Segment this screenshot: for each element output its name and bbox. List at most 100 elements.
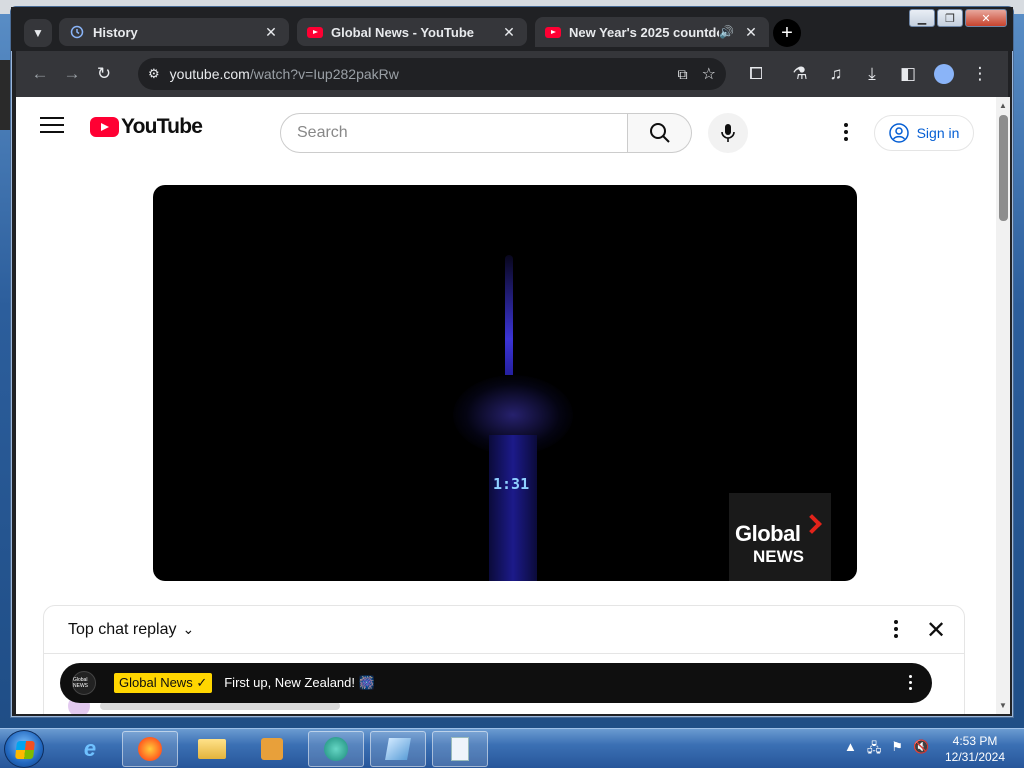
puzzle-icon: ⧠ (749, 64, 763, 83)
more-vert-icon: ⋮ (971, 64, 989, 83)
youtube-icon (545, 24, 561, 40)
account-icon (888, 123, 909, 143)
browser-menu-button[interactable]: ⋮ (964, 58, 996, 90)
history-icon (69, 24, 85, 40)
media-control-button[interactable]: ♫ (820, 58, 852, 90)
desktop-background-edge (0, 60, 10, 130)
browser-window: ▼ History ✕ Global News - YouTube ✕ New … (10, 6, 1014, 718)
tab-global-news[interactable]: Global News - YouTube ✕ (297, 18, 527, 46)
tab-search-button[interactable]: ▼ (24, 19, 52, 47)
toolbar-actions: ⧠ ⚗ ♫ ⤓ ◧ ⋮ (740, 58, 996, 90)
chat-mode-selector[interactable]: Top chat replay (68, 621, 177, 639)
voice-search-button[interactable] (708, 113, 748, 153)
search-placeholder: Search (297, 124, 348, 141)
video-player[interactable]: 1:31 Global NEWS (153, 185, 857, 581)
chat-close-button[interactable]: ✕ (926, 616, 946, 645)
maximize-button[interactable]: ❐ (937, 9, 963, 27)
arrow-right-icon: → (63, 64, 81, 83)
tab-title: New Year's 2025 countdown (569, 24, 719, 40)
bookmark-star-icon[interactable]: ☆ (702, 64, 716, 84)
chevron-down-icon: ▼ (32, 26, 44, 40)
clock-time: 4:53 PM (952, 734, 998, 748)
speaker-icon[interactable]: 🔊 (719, 25, 737, 39)
start-button[interactable] (4, 730, 44, 768)
windows-taskbar: e ▲ 🖧 ⚑ 🔇 4:53 PM 12/31/2024 (0, 728, 1024, 768)
firefox-icon[interactable] (122, 731, 178, 767)
extensions-button[interactable]: ⧠ (740, 58, 772, 90)
youtube-icon (307, 24, 323, 40)
system-tray: ▲ 🖧 ⚑ 🔇 (844, 739, 929, 761)
close-icon[interactable]: ✕ (501, 24, 517, 41)
scroll-up-arrow-icon[interactable]: ▲ (999, 101, 1007, 110)
show-hidden-icons-arrow-icon[interactable]: ▲ (844, 739, 857, 761)
labs-button[interactable]: ⚗ (784, 58, 816, 90)
search-input[interactable]: Search (280, 113, 628, 153)
pinned-more-button[interactable] (909, 675, 912, 690)
internet-explorer-icon[interactable]: e (62, 731, 118, 767)
side-panel-icon: ◧ (899, 64, 917, 83)
window-controls: ▁ ❐ ✕ (909, 9, 1007, 27)
browser-app-icon[interactable] (308, 731, 364, 767)
close-icon[interactable]: ✕ (743, 24, 759, 41)
scroll-thumb[interactable] (999, 115, 1008, 221)
browser-toolbar: ← → ↻ ⚙ youtube.com/watch?v=Iup282pakRw … (16, 51, 1008, 97)
tab-countdown[interactable]: New Year's 2025 countdown 🔊 ✕ (535, 17, 769, 47)
reload-button[interactable]: ↻ (88, 58, 120, 90)
plus-icon: + (781, 21, 793, 44)
tab-title: History (93, 24, 138, 40)
search-icon (649, 123, 670, 143)
notepad-app-icon[interactable] (432, 731, 488, 767)
minimize-button[interactable]: ▁ (909, 9, 935, 27)
media-player-icon[interactable] (244, 731, 300, 767)
verified-check-icon: ✓ (196, 675, 208, 690)
chevron-down-icon[interactable]: ⌄ (183, 621, 195, 638)
tab-history[interactable]: History ✕ (59, 18, 289, 46)
back-button[interactable]: ← (24, 58, 56, 90)
window-close-button[interactable]: ✕ (965, 9, 1007, 27)
site-info-icon[interactable]: ⚙ (148, 66, 160, 82)
watermark-line2: NEWS (753, 547, 804, 566)
page-scrollbar[interactable]: ▲ ▼ (996, 97, 1010, 714)
forward-button[interactable]: → (56, 58, 88, 90)
sign-in-label: Sign in (916, 125, 960, 141)
address-bar[interactable]: ⚙ youtube.com/watch?v=Iup282pakRw ⧉ ☆ (138, 58, 726, 90)
new-tab-button[interactable]: + (773, 19, 801, 47)
arrow-left-icon: ← (31, 64, 49, 83)
channel-badge: Global News ✓ (114, 673, 213, 693)
global-news-watermark: Global NEWS (729, 493, 831, 581)
reload-icon: ↻ (96, 64, 112, 83)
url-text: youtube.com/watch?v=Iup282pakRw (169, 66, 399, 82)
close-icon[interactable]: ✕ (263, 24, 279, 41)
network-icon[interactable]: 🖧 (867, 739, 882, 761)
video-frame-tower-shaft (489, 435, 537, 581)
youtube-logo[interactable]: YouTube (90, 115, 203, 139)
file-explorer-icon[interactable] (184, 731, 240, 767)
video-countdown-clock: 1:31 (493, 475, 530, 493)
menu-hamburger-icon[interactable] (40, 117, 64, 135)
download-icon: ⤓ (868, 64, 876, 83)
logo-text: YouTube (121, 115, 203, 138)
search-button[interactable] (628, 113, 692, 153)
scroll-down-arrow-icon[interactable]: ▼ (999, 701, 1007, 710)
system-clock[interactable]: 4:53 PM 12/31/2024 (940, 733, 1010, 765)
video-frame-tower-spire (505, 255, 513, 375)
tab-title: Global News - YouTube (331, 24, 475, 40)
music-queue-icon: ♫ (829, 64, 843, 83)
pinned-message-text: First up, New Zealand! 🎆 (224, 675, 375, 690)
profile-button[interactable] (928, 58, 960, 90)
clock-date: 12/31/2024 (944, 750, 1006, 764)
downloads-button[interactable]: ⤓ (856, 58, 888, 90)
profile-avatar-icon (934, 64, 954, 84)
sign-in-button[interactable]: Sign in (874, 115, 974, 151)
pinned-message-banner[interactable]: Global NEWS Global News ✓ First up, New … (60, 663, 932, 703)
notes-app-icon[interactable] (370, 731, 426, 767)
chat-header: Top chat replay ⌄ (44, 606, 964, 654)
action-center-flag-icon[interactable]: ⚑ (891, 739, 903, 761)
side-panel-button[interactable]: ◧ (892, 58, 924, 90)
settings-menu-button[interactable] (838, 117, 854, 147)
chat-more-button[interactable] (894, 620, 898, 638)
install-app-icon[interactable]: ⧉ (678, 66, 688, 83)
volume-muted-icon[interactable]: 🔇 (913, 739, 929, 761)
flask-icon: ⚗ (792, 64, 808, 83)
chat-message-text (100, 702, 340, 710)
